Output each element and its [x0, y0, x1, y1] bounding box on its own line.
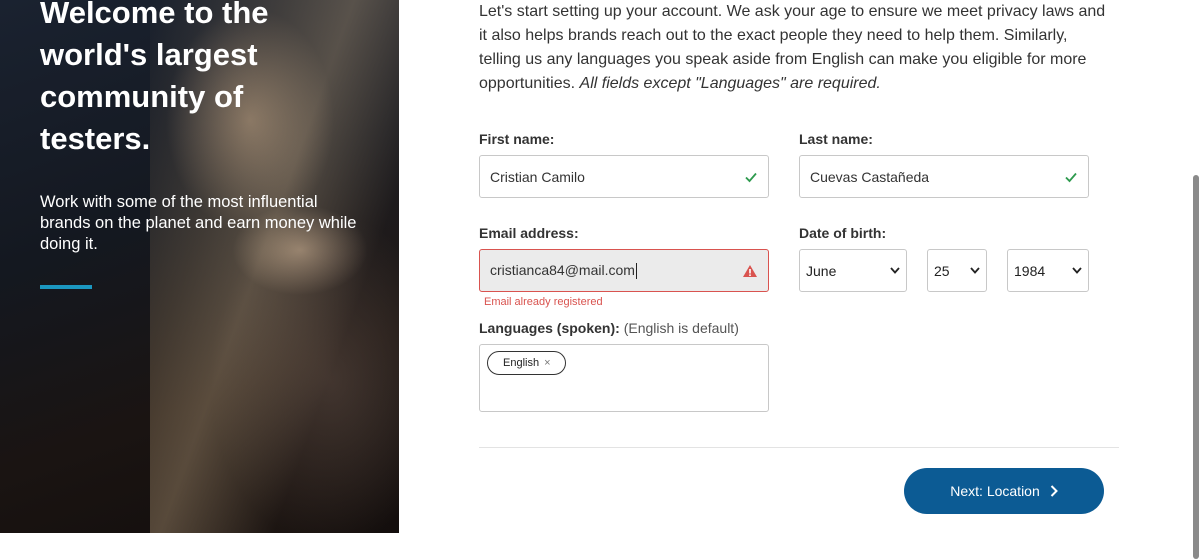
- dob-day-select[interactable]: 25: [927, 249, 987, 292]
- email-label: Email address:: [479, 225, 579, 241]
- last-name-label: Last name:: [799, 131, 873, 147]
- intro-text: Let's start setting up your account. We …: [479, 0, 1109, 96]
- remove-tag-icon[interactable]: ×: [544, 357, 550, 369]
- first-name-value: Cristian Camilo: [490, 168, 585, 185]
- dob-month-value: June: [806, 262, 837, 279]
- next-location-button[interactable]: Next: Location: [904, 468, 1104, 514]
- first-name-label: First name:: [479, 131, 555, 147]
- intro-required-note: All fields except "Languages" are requir…: [579, 75, 881, 92]
- languages-label: Languages (spoken): (English is default): [479, 320, 739, 336]
- chevron-down-icon: [890, 267, 900, 274]
- email-field[interactable]: cristianca84@mail.com: [479, 249, 769, 292]
- check-icon: [1065, 172, 1077, 182]
- last-name-value: Cuevas Castañeda: [810, 168, 930, 185]
- dob-label: Date of birth:: [799, 225, 887, 241]
- first-name-field[interactable]: Cristian Camilo: [479, 155, 769, 198]
- email-error-message: Email already registered: [484, 296, 603, 308]
- chevron-right-icon: [1050, 485, 1058, 497]
- next-button-label: Next: Location: [950, 483, 1040, 499]
- check-icon: [745, 172, 757, 182]
- dob-month-select[interactable]: June: [799, 249, 907, 292]
- email-value-wrap: cristianca84@mail.com: [490, 261, 637, 280]
- form-divider: [479, 447, 1119, 448]
- dob-year-select[interactable]: 1984: [1007, 249, 1089, 292]
- language-tag: English ×: [487, 351, 566, 375]
- languages-input[interactable]: English ×: [479, 344, 769, 412]
- hero-panel: Welcome to the world's largest community…: [0, 0, 399, 533]
- dob-year-value: 1984: [1014, 262, 1046, 279]
- languages-label-text: Languages (spoken):: [479, 320, 620, 336]
- chevron-down-icon: [970, 267, 980, 274]
- language-tag-label: English: [503, 357, 540, 369]
- email-value: cristianca84@mail.com: [490, 261, 635, 278]
- chevron-down-icon: [1072, 267, 1082, 274]
- hero-subtitle: Work with some of the most influential b…: [40, 193, 357, 253]
- hero-accent-bar: [40, 285, 92, 289]
- last-name-field[interactable]: Cuevas Castañeda: [799, 155, 1089, 198]
- text-caret: [635, 263, 637, 280]
- languages-note: (English is default): [623, 320, 739, 336]
- warning-icon: [743, 264, 757, 277]
- page-scrollbar[interactable]: [1191, 0, 1200, 559]
- hero-title: Welcome to the world's largest community…: [40, 0, 269, 156]
- scrollbar-thumb[interactable]: [1193, 175, 1199, 559]
- dob-day-value: 25: [934, 262, 950, 279]
